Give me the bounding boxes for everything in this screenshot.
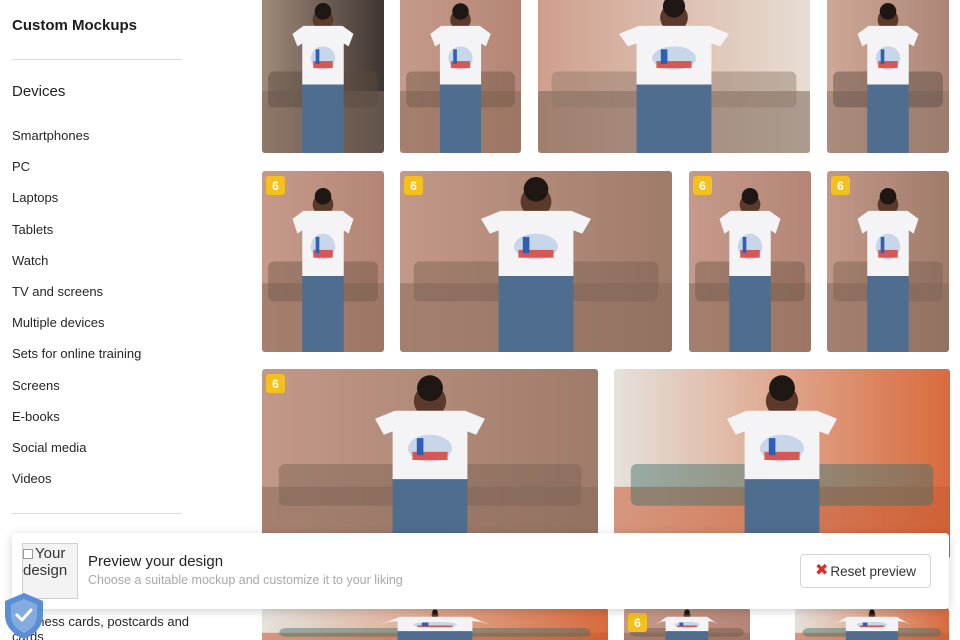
premium-badge-label: 6 (272, 376, 279, 391)
premium-badge-icon: 6 (404, 176, 423, 195)
mockup-tile[interactable] (538, 0, 810, 153)
sidebar-item-e-books[interactable]: E-books (12, 408, 141, 439)
sidebar-divider-2 (12, 513, 182, 514)
mockup-tile[interactable] (262, 0, 384, 153)
mockup-tile[interactable]: 6 (624, 608, 750, 640)
app-root: Custom Mockups Devices Smartphones PC La… (0, 0, 960, 640)
mockup-tile[interactable] (614, 369, 950, 559)
preview-bar: Your design Preview your design Choose a… (12, 533, 949, 609)
mockup-photo (538, 0, 810, 153)
preview-title: Preview your design (88, 553, 224, 570)
sidebar-item-tv-and-screens[interactable]: TV and screens (12, 283, 141, 314)
mockup-photo (262, 608, 608, 640)
premium-badge-label: 6 (272, 178, 279, 193)
mockup-tile[interactable]: 6 (262, 171, 384, 352)
reset-preview-button[interactable]: ✖ Reset preview (800, 554, 931, 588)
sidebar-item-tablets[interactable]: Tablets (12, 221, 141, 252)
premium-badge-label: 6 (837, 178, 844, 193)
shield-check-icon (5, 593, 43, 639)
sidebar-divider (12, 59, 182, 60)
reset-preview-label: Reset preview (830, 563, 916, 579)
mockup-photo (262, 0, 384, 153)
premium-badge-icon: 6 (628, 613, 647, 632)
sidebar-item-multiple-devices[interactable]: Multiple devices (12, 314, 141, 345)
mockup-photo (795, 608, 949, 640)
mockup-tile[interactable] (827, 0, 949, 153)
premium-badge-label: 6 (699, 178, 706, 193)
mockup-tile[interactable]: 6 (827, 171, 949, 352)
broken-image-icon (23, 549, 33, 559)
premium-badge-icon: 6 (266, 176, 285, 195)
mockup-photo (400, 171, 672, 352)
sidebar-item-smartphones[interactable]: Smartphones (12, 127, 141, 158)
close-x-icon: ✖ (815, 562, 829, 579)
sidebar-item-videos[interactable]: Videos (12, 470, 141, 501)
mockup-photo (262, 171, 384, 352)
sidebar-category-list: Smartphones PC Laptops Tablets Watch TV … (12, 127, 141, 501)
mockup-photo (827, 171, 949, 352)
mockup-photo (689, 171, 811, 352)
sidebar-item-pc[interactable]: PC (12, 158, 141, 189)
premium-badge-icon: 6 (693, 176, 712, 195)
sidebar-section-heading[interactable]: Devices (12, 83, 65, 100)
sidebar-item-laptops[interactable]: Laptops (12, 189, 141, 220)
mockup-photo (614, 369, 950, 559)
premium-badge-label: 6 (410, 178, 417, 193)
premium-badge-icon: 6 (266, 374, 285, 393)
security-shield-button[interactable] (0, 590, 48, 640)
mockup-tile[interactable]: 6 (689, 171, 811, 352)
mockup-tile[interactable] (795, 608, 949, 640)
mockup-photo (262, 369, 598, 559)
premium-badge-label: 6 (634, 615, 641, 630)
premium-badge-icon: 6 (831, 176, 850, 195)
mockup-tile[interactable]: 6 (262, 369, 598, 559)
mockup-tile[interactable] (262, 608, 608, 640)
sidebar-title[interactable]: Custom Mockups (12, 17, 137, 34)
preview-subtitle: Choose a suitable mockup and customize i… (88, 573, 403, 587)
mockup-photo (827, 0, 949, 153)
mockup-tile[interactable]: 6 (400, 171, 672, 352)
sidebar-item-online-training[interactable]: Sets for online training (12, 345, 141, 376)
mockup-photo (400, 0, 521, 153)
sidebar-item-screens[interactable]: Screens (12, 377, 141, 408)
mockup-tile[interactable] (400, 0, 521, 153)
sidebar-item-watch[interactable]: Watch (12, 252, 141, 283)
sidebar-item-social-media[interactable]: Social media (12, 439, 141, 470)
